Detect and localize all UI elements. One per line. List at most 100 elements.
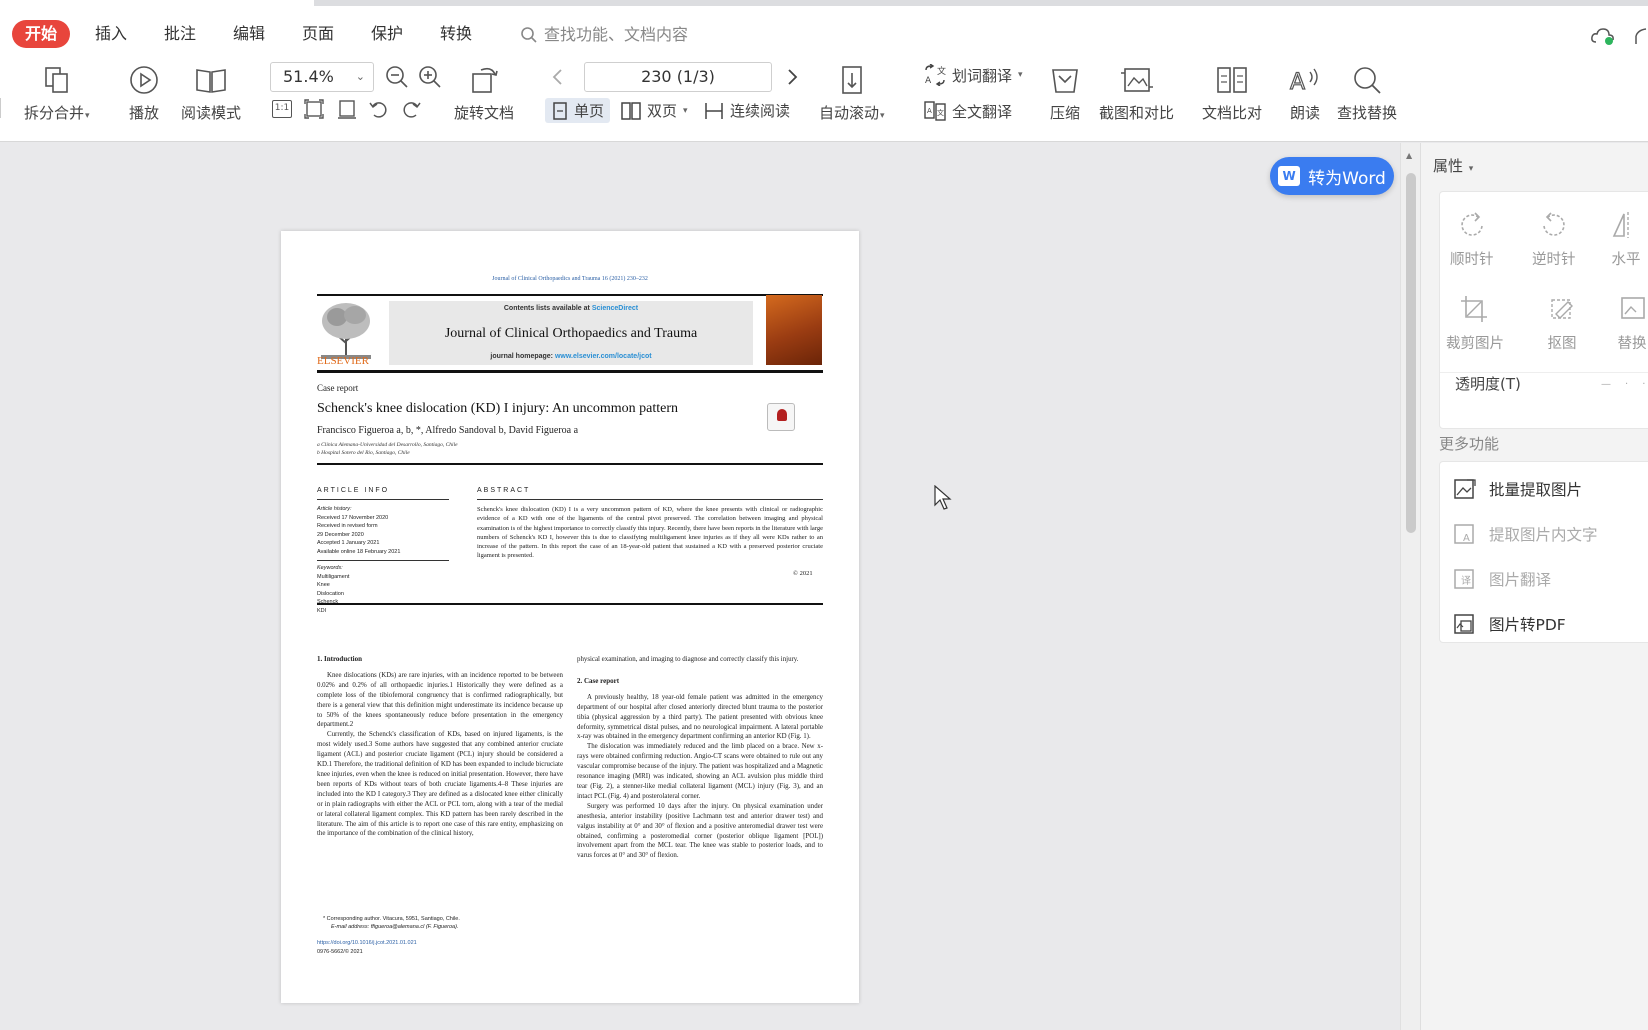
share-icon[interactable] (1634, 26, 1648, 46)
mouse-cursor-icon (934, 485, 952, 510)
fit-page-icon[interactable] (303, 98, 325, 120)
read-mode-label: 阅读模式 (181, 104, 242, 122)
homepage-prefix: journal homepage: (490, 353, 554, 360)
full-translate-button[interactable]: A文 全文翻译 (923, 100, 1012, 122)
sciencedirect-link[interactable]: ScienceDirect (592, 305, 638, 312)
case-paragraph-2: The dislocation was immediately reduced … (577, 743, 823, 800)
rotate-left-icon[interactable] (368, 98, 390, 120)
copyright: © 2021 (793, 570, 813, 577)
tab-annotate[interactable]: 批注 (164, 20, 196, 48)
prev-page-icon[interactable] (550, 68, 566, 86)
double-page-label: 双页 (647, 102, 678, 120)
received-date: Received 17 November 2020 (317, 514, 389, 521)
search-placeholder: 查找功能、文档内容 (544, 25, 689, 44)
compress-button[interactable]: 压缩 (1047, 62, 1083, 123)
opacity-slider[interactable]: — · · (1601, 379, 1645, 390)
extract-image-text-button[interactable]: A 提取图片内文字 (1453, 523, 1598, 545)
scrollbar-thumb[interactable] (1406, 173, 1416, 533)
caret-down-icon: ▾ (85, 111, 90, 121)
title-strip (0, 0, 1648, 8)
read-mode-button[interactable]: 阅读模式 (181, 62, 241, 123)
keyword: Dislocation (317, 590, 344, 597)
word-translate-label: 划词翻译 (952, 66, 1013, 85)
pdf-page: Journal of Clinical Orthopaedics and Tra… (281, 231, 859, 1003)
more-item-label: 批量提取图片 (1489, 481, 1583, 499)
chevron-down-icon[interactable]: ⌄ (356, 63, 365, 91)
tab-convert[interactable]: 转换 (440, 20, 472, 48)
continuous-read-button[interactable]: 连续阅读 (703, 100, 790, 121)
case-paragraph-3: Surgery was performed 10 days after the … (577, 802, 823, 860)
rotate-clockwise-button[interactable]: 顺时针 (1450, 208, 1494, 269)
email-address: E-mail address: ffigueroa@alemana.cl (F.… (331, 924, 459, 930)
rotate-counterclockwise-icon (1536, 208, 1572, 242)
word-translate-button[interactable]: A文 划词翻译 ▾ (923, 64, 1023, 86)
search-icon (521, 27, 537, 43)
split-merge-button[interactable]: 拆分合并▾ (24, 62, 90, 123)
crop-image-button[interactable]: 裁剪图片 (1446, 292, 1504, 353)
image-translate-button[interactable]: 译 图片翻译 (1453, 568, 1551, 590)
rotate-counterclockwise-button[interactable]: 逆时针 (1532, 208, 1576, 269)
doi-link[interactable]: https://doi.org/10.1016/j.jcot.2021.01.0… (317, 940, 417, 946)
tab-edit[interactable]: 编辑 (233, 20, 265, 48)
tab-page[interactable]: 页面 (302, 20, 334, 48)
document-scrollbar[interactable]: ▲ (1400, 143, 1420, 1030)
split-merge-label: 拆分合并 (24, 104, 85, 122)
play-icon (126, 62, 162, 98)
svg-text:译: 译 (1461, 575, 1471, 587)
revised-line-2: 29 December 2020 (317, 531, 364, 538)
page-number-input[interactable]: 230 (1/3) (584, 62, 772, 92)
find-replace-button[interactable]: 查找替换 (1337, 62, 1397, 123)
batch-extract-images-button[interactable]: 批量提取图片 (1453, 478, 1582, 500)
check-for-updates-icon[interactable] (767, 403, 795, 431)
screenshot-compare-button[interactable]: 截图和对比 (1099, 62, 1174, 123)
section-rule (317, 463, 823, 465)
caret-down-icon: ▾ (880, 111, 885, 121)
to-word-button[interactable]: W 转为Word (1270, 157, 1394, 195)
cloud-sync-icon[interactable] (1590, 26, 1616, 46)
column-right: physical examination, and imaging to dia… (577, 655, 823, 861)
play-button[interactable]: 播放 (126, 62, 162, 123)
crop-icon (1457, 292, 1493, 326)
tab-insert[interactable]: 插入 (95, 20, 127, 48)
homepage-url[interactable]: www.elsevier.com/locate/jcot (555, 353, 652, 360)
tool-label: 水平 (1611, 252, 1641, 268)
tab-start[interactable]: 开始 (12, 20, 71, 48)
paper-title: Schenck's knee dislocation (KD) I injury… (317, 401, 678, 416)
image-to-pdf-button[interactable]: 图片转PDF (1453, 613, 1566, 635)
svg-text:A: A (925, 76, 932, 86)
corresponding-author: * Corresponding author. Vitacura, 5951, … (323, 916, 460, 922)
zoom-input[interactable]: 51.4% ⌄ (270, 62, 374, 92)
single-page-button[interactable]: 单页 (545, 98, 611, 123)
tab-protect[interactable]: 保护 (371, 20, 403, 48)
actual-size-icon[interactable]: 1:1 (272, 100, 292, 118)
abstract-rule (477, 499, 823, 500)
intro-paragraph-1: Knee dislocations (KDs) are rare injurie… (317, 671, 563, 729)
next-page-icon[interactable] (784, 68, 800, 86)
read-aloud-button[interactable]: A 朗读 (1287, 62, 1323, 123)
scroll-up-icon[interactable]: ▲ (1406, 151, 1412, 160)
feature-search[interactable]: 查找功能、文档内容 (520, 22, 688, 48)
zoom-in-icon[interactable] (417, 64, 443, 90)
auto-scroll-button[interactable]: 自动滚动▾ (819, 62, 885, 123)
full-translate-label: 全文翻译 (952, 102, 1013, 121)
col2-paragraph-0: physical examination, and imaging to dia… (577, 656, 799, 663)
translate-icon: A文 (925, 64, 946, 86)
fit-width-icon[interactable] (336, 98, 358, 120)
screenshot-icon (1119, 62, 1155, 98)
cutout-button[interactable]: 抠图 (1544, 292, 1580, 353)
double-page-button[interactable]: 双页 ▾ (620, 100, 688, 121)
elsevier-logo-icon (321, 303, 371, 359)
rotate-right-icon[interactable] (400, 98, 422, 120)
double-page-icon (621, 101, 641, 120)
read-aloud-icon: A (1287, 62, 1323, 98)
properties-title[interactable]: 属性 ▾ (1433, 155, 1473, 176)
caret-down-icon: ▾ (1018, 70, 1023, 80)
rotate-doc-button[interactable]: 旋转文档 (454, 62, 514, 123)
doc-compare-button[interactable]: 文档比对 (1202, 62, 1262, 123)
ribbon-toolbar: 拆分合并▾ 播放 阅读模式 51.4% ⌄ 1:1 旋转文档 230 (1/3) … (0, 58, 1648, 142)
zoom-out-icon[interactable] (384, 64, 410, 90)
more-item-label: 提取图片内文字 (1489, 526, 1598, 544)
full-translate-icon: A文 (924, 101, 946, 121)
flip-horizontal-button[interactable]: 水平 (1608, 208, 1644, 269)
replace-image-button[interactable]: 替换 (1614, 292, 1648, 353)
